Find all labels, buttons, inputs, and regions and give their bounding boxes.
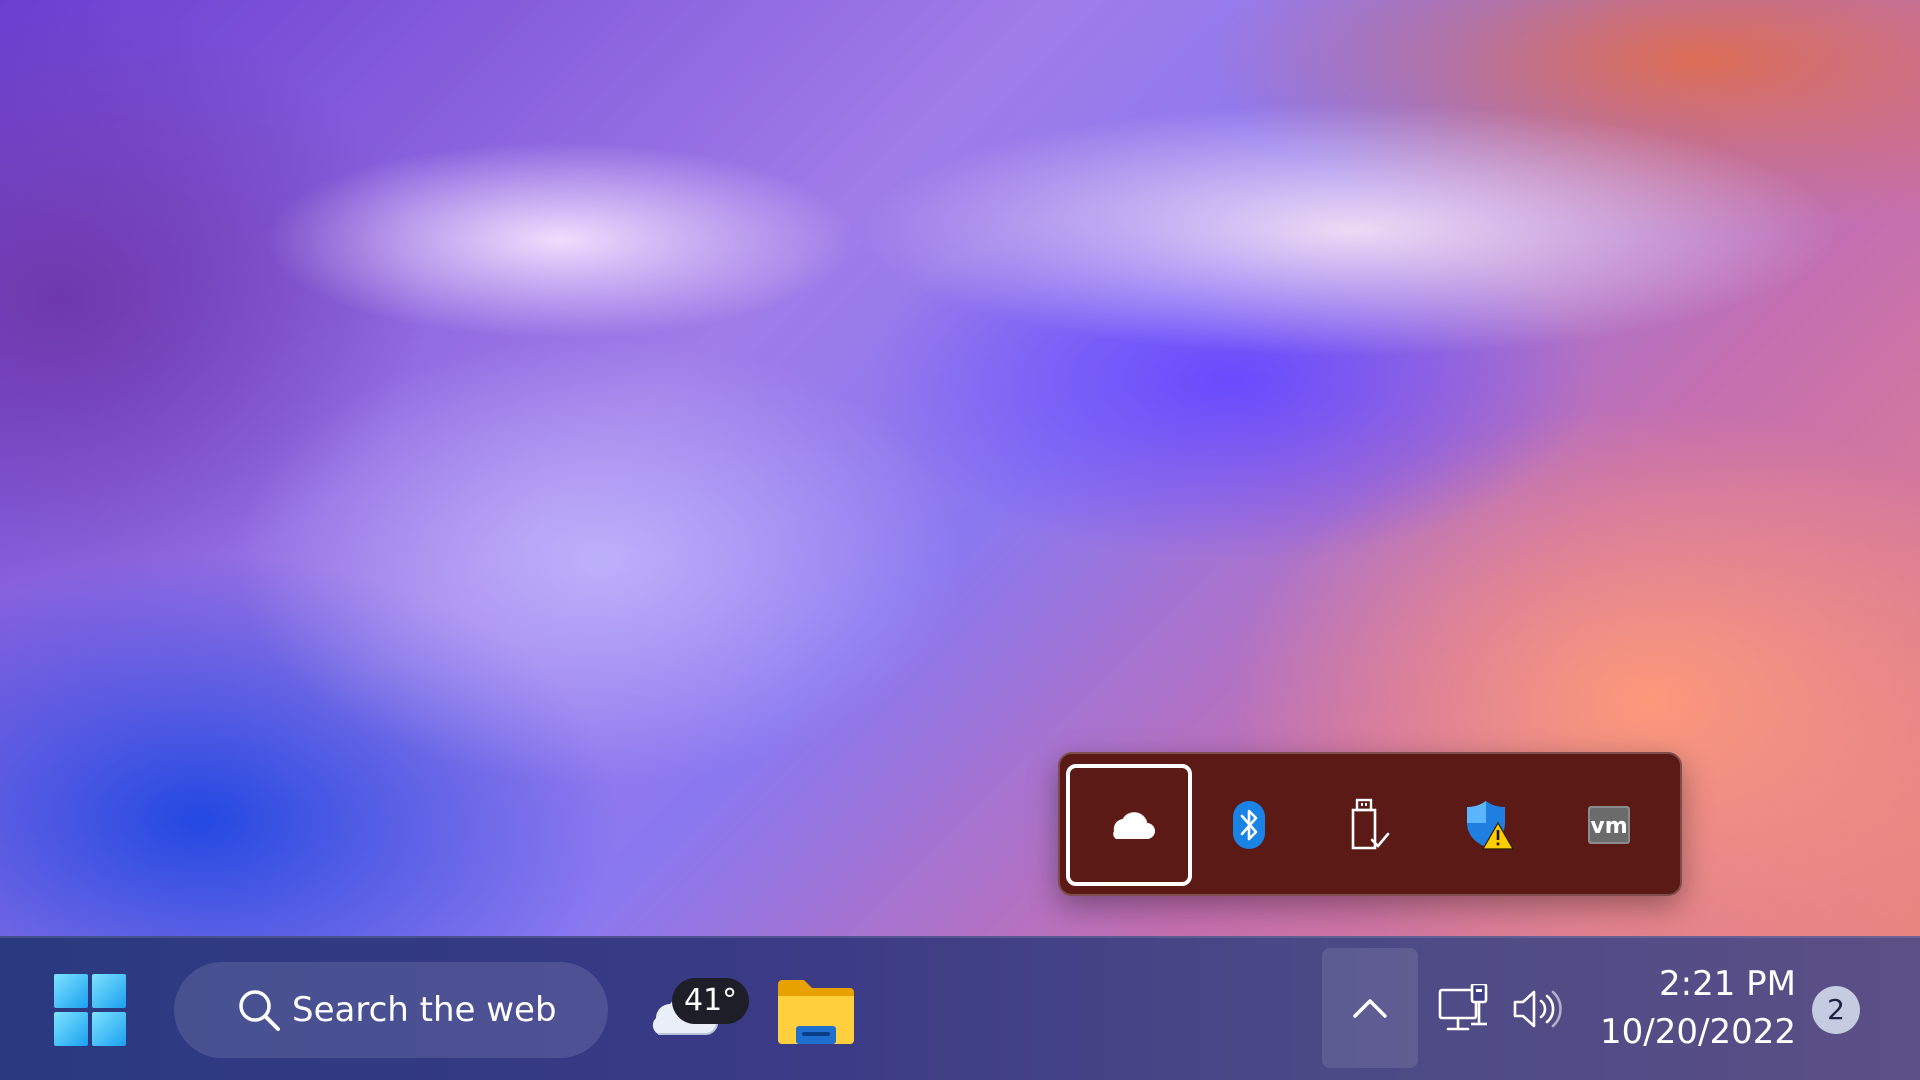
windows-logo-icon [54, 974, 88, 1008]
search-placeholder: Search the web [292, 990, 557, 1030]
clock-time: 2:21 PM [1659, 964, 1796, 1004]
volume-button[interactable] [1512, 988, 1562, 1034]
taskbar: Search the web 41° 2:21 PM 10/20/2022 2 [0, 936, 1920, 1080]
show-hidden-icons-button[interactable] [1322, 948, 1418, 1068]
search-icon [239, 990, 280, 1031]
security-warning-icon [1464, 799, 1514, 851]
weather-temperature: 41° [672, 978, 750, 1024]
tray-item-safely-remove-hardware[interactable] [1306, 764, 1432, 886]
onedrive-cloud-icon [1103, 809, 1155, 841]
tray-item-onedrive[interactable] [1066, 764, 1192, 886]
chevron-up-icon [1353, 999, 1387, 1018]
desktop-wallpaper [0, 0, 1920, 1080]
notification-center-badge[interactable]: 2 [1812, 986, 1860, 1034]
file-explorer-button[interactable] [774, 976, 858, 1048]
tray-item-bluetooth[interactable] [1186, 764, 1312, 886]
network-icon [1438, 982, 1488, 1031]
vmware-icon: vm [1588, 806, 1630, 844]
usb-eject-icon [1347, 798, 1391, 852]
svg-text:vm: vm [1590, 814, 1627, 839]
clock-date: 10/20/2022 [1600, 1012, 1796, 1052]
volume-icon [1513, 990, 1562, 1028]
tray-overflow-flyout: vm [1058, 752, 1682, 896]
start-button[interactable] [54, 974, 134, 1054]
search-box[interactable]: Search the web [174, 962, 608, 1058]
clock-button[interactable]: 2:21 PM 10/20/2022 [1586, 960, 1796, 1056]
folder-icon [778, 980, 854, 1044]
tray-item-windows-security[interactable] [1426, 764, 1552, 886]
tray-item-vmware[interactable]: vm [1546, 764, 1672, 886]
network-button[interactable] [1438, 982, 1490, 1038]
bluetooth-icon [1229, 801, 1269, 849]
weather-widget[interactable]: 41° [644, 958, 750, 1058]
